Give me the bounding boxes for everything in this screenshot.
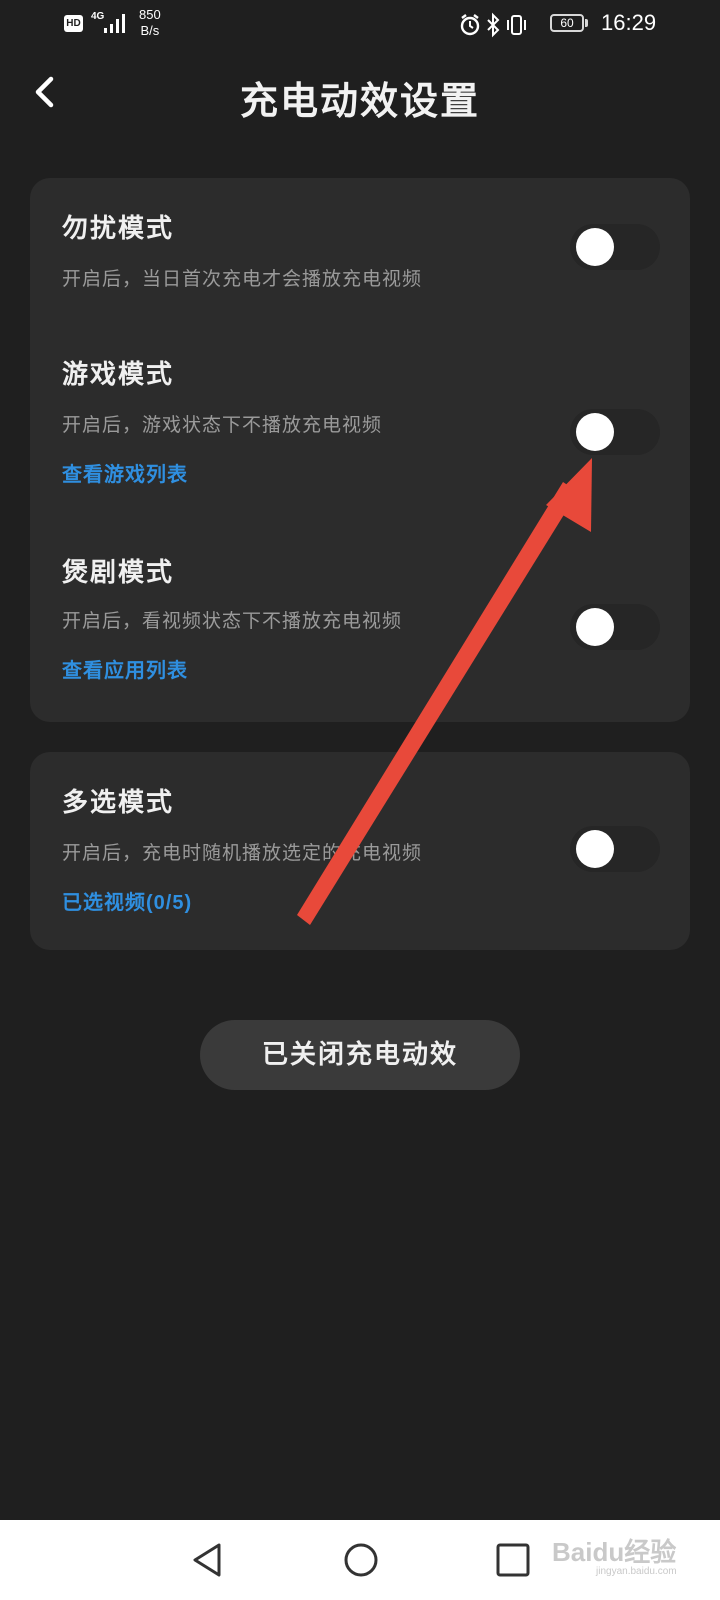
- page-title: 充电动效设置: [239, 78, 480, 123]
- alarm-icon: [460, 14, 480, 36]
- status-icons: [460, 12, 526, 38]
- toggle-knob: [576, 830, 614, 868]
- view-app-list-link[interactable]: 查看应用列表: [62, 654, 188, 683]
- setting-title: 多选模式: [62, 788, 175, 818]
- setting-description: 开启后，充电时随机播放选定的充电视频: [62, 842, 423, 864]
- do-not-disturb-toggle[interactable]: [570, 224, 660, 270]
- view-game-list-link[interactable]: 查看游戏列表: [62, 458, 188, 487]
- vibrate-icon: [507, 15, 526, 35]
- signal-icon: [104, 14, 125, 33]
- bluetooth-icon: [487, 12, 500, 38]
- setting-title: 游戏模式: [62, 360, 175, 390]
- battery-icon: 60: [550, 14, 584, 32]
- nav-back-icon[interactable]: [187, 1540, 227, 1580]
- setting-description: 开启后，游戏状态下不播放充电视频: [62, 414, 383, 436]
- setting-description: 开启后，看视频状态下不播放充电视频: [62, 610, 403, 632]
- selected-videos-link[interactable]: 已选视频(0/5): [62, 886, 192, 915]
- nav-recent-icon[interactable]: [494, 1541, 532, 1579]
- binge-mode-toggle[interactable]: [570, 604, 660, 650]
- nav-home-icon[interactable]: [341, 1540, 381, 1580]
- status-bar: HD 4G 850 B/s 60 16:29: [0, 0, 720, 50]
- baidu-watermark: Baidu经验: [552, 1537, 677, 1567]
- network-speed: 850 B/s: [139, 7, 161, 38]
- navigation-bar: Baidu经验 jingyan.baidu.com: [0, 1520, 720, 1600]
- toggle-knob: [576, 608, 614, 646]
- setting-title: 煲剧模式: [62, 558, 175, 588]
- hd-badge: HD: [64, 15, 83, 32]
- battery-tip: [585, 19, 588, 27]
- charging-effects-off-button[interactable]: 已关闭充电动效: [200, 1020, 520, 1090]
- multi-select-toggle[interactable]: [570, 826, 660, 872]
- clock: 16:29: [601, 10, 657, 35]
- game-mode-toggle[interactable]: [570, 409, 660, 455]
- toggle-knob: [576, 413, 614, 451]
- setting-description: 开启后，当日首次充电才会播放充电视频: [62, 268, 423, 290]
- settings-card-modes: 勿扰模式 开启后，当日首次充电才会播放充电视频 游戏模式 开启后，游戏状态下不播…: [30, 178, 690, 722]
- setting-title: 勿扰模式: [62, 214, 175, 244]
- toggle-knob: [576, 228, 614, 266]
- baidu-watermark-url: jingyan.baidu.com: [596, 1566, 677, 1577]
- settings-card-multi-select: 多选模式 开启后，充电时随机播放选定的充电视频 已选视频(0/5): [30, 752, 690, 950]
